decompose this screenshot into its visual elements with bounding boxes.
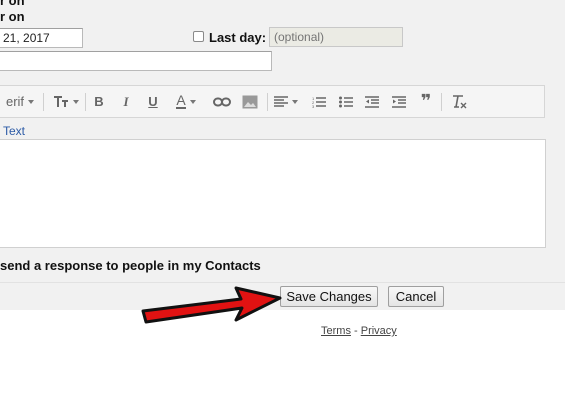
indent-more-icon <box>392 95 406 108</box>
toolbar-separator <box>43 93 44 111</box>
font-size-icon <box>54 95 68 107</box>
toolbar-separator <box>85 93 86 111</box>
footer-separator: - <box>350 325 361 337</box>
quote-icon: ❞ <box>420 91 432 111</box>
svg-text:3: 3 <box>312 104 315 108</box>
cancel-button[interactable]: Cancel <box>388 286 444 307</box>
align-icon <box>274 96 288 107</box>
terms-link[interactable]: Terms <box>321 325 351 337</box>
font-family-label: erif <box>5 94 25 109</box>
underline-button[interactable]: U <box>145 86 161 117</box>
chevron-down-icon <box>28 99 35 104</box>
align-dropdown[interactable] <box>271 86 301 117</box>
footer-links: Terms - Privacy <box>321 325 397 337</box>
toolbar-separator <box>441 93 442 111</box>
indent-less-button[interactable] <box>363 86 381 117</box>
bold-button[interactable]: B <box>91 86 107 117</box>
bulleted-list-icon <box>339 96 353 107</box>
indent-less-icon <box>365 95 379 108</box>
chevron-down-icon <box>73 99 79 104</box>
privacy-link[interactable]: Privacy <box>361 325 397 337</box>
last-day-checkbox[interactable] <box>193 31 204 42</box>
responder-label-cut: r on <box>0 9 25 24</box>
font-size-dropdown[interactable] <box>51 86 81 117</box>
text-color-icon: A <box>176 92 186 109</box>
formatting-toolbar: erif B I U A 123 ❞ <box>0 85 545 118</box>
numbered-list-icon: 123 <box>312 96 326 108</box>
insert-image-button[interactable] <box>239 86 261 117</box>
last-day-label: Last day: <box>209 30 267 45</box>
toolbar-separator <box>267 93 268 111</box>
text-color-dropdown[interactable]: A <box>171 86 201 117</box>
bulleted-list-button[interactable] <box>337 86 355 117</box>
remove-formatting-icon <box>453 94 467 108</box>
quote-button[interactable]: ❞ <box>417 86 435 117</box>
font-family-dropdown[interactable]: erif <box>1 86 39 117</box>
chevron-down-icon <box>189 99 196 104</box>
image-icon <box>242 95 258 108</box>
numbered-list-button[interactable]: 123 <box>310 86 328 117</box>
message-body-editor[interactable] <box>0 139 546 248</box>
save-changes-button[interactable]: Save Changes <box>280 286 378 307</box>
first-day-input[interactable] <box>0 28 83 48</box>
contacts-only-option-label: send a response to people in my Contacts <box>0 258 261 273</box>
link-icon <box>213 97 231 106</box>
indent-more-button[interactable] <box>390 86 408 117</box>
first-day-label-cut: r on <box>0 0 25 8</box>
insert-link-button[interactable] <box>211 86 233 117</box>
remove-formatting-button[interactable] <box>449 86 469 117</box>
subject-input[interactable] <box>0 51 272 71</box>
red-arrow-annotation-icon <box>141 286 282 324</box>
last-day-input[interactable] <box>269 27 403 47</box>
chevron-down-icon <box>292 99 298 104</box>
plain-text-link[interactable]: Text <box>3 124 25 138</box>
italic-button[interactable]: I <box>118 86 134 117</box>
